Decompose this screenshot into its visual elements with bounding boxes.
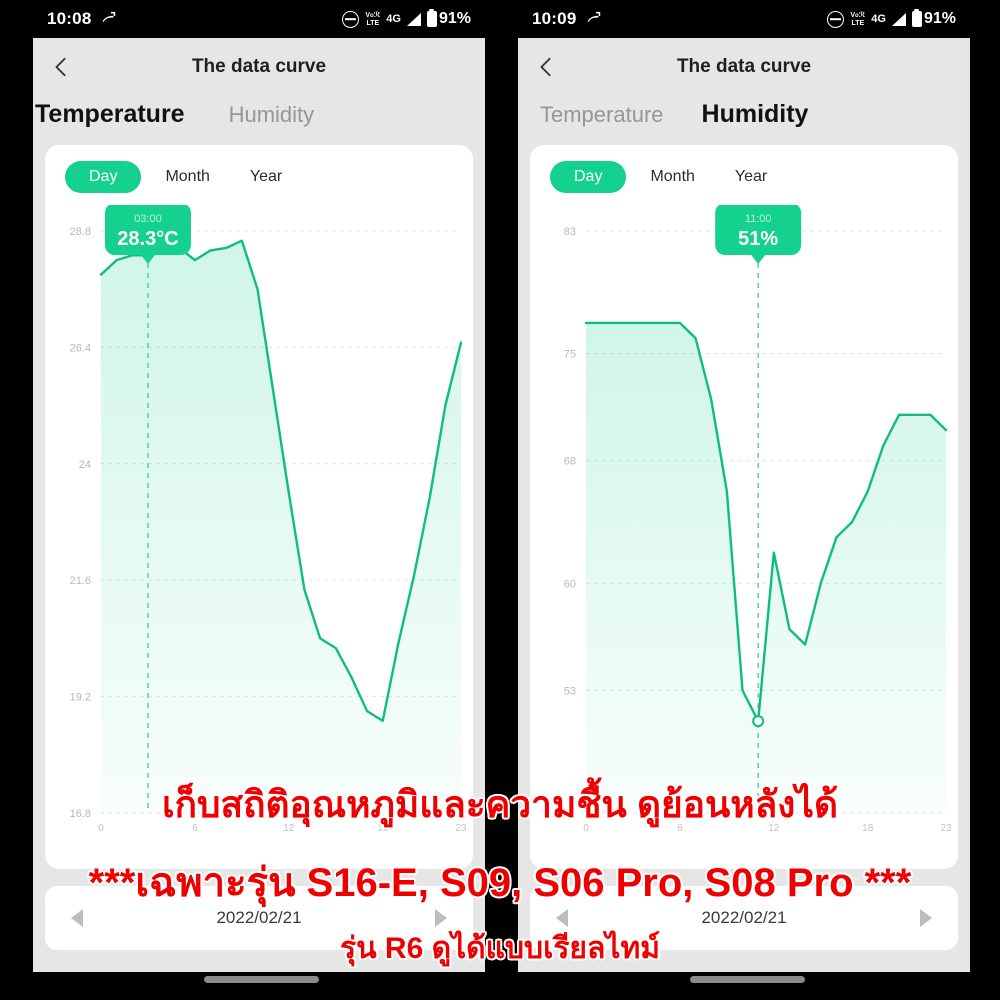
svg-text:75: 75: [564, 349, 576, 361]
home-indicator-right: [690, 976, 805, 983]
page-title: The data curve: [676, 56, 812, 77]
tab-temperature[interactable]: Temperature: [35, 100, 185, 129]
battery-icon: [426, 8, 437, 27]
date-navigator: 2022/02/21: [530, 886, 958, 950]
svg-text:21.6: 21.6: [70, 575, 91, 587]
humidity-chart[interactable]: 83 75 68 60 53 45 11:00 51% 0 6 12 18 23: [530, 205, 958, 869]
signal-bars-icon: [891, 12, 906, 26]
tab-bar: Temperature Humidity: [518, 96, 970, 145]
do-not-disturb-icon: [827, 10, 845, 28]
back-chevron-icon[interactable]: [50, 56, 72, 78]
range-year-button[interactable]: Year: [234, 161, 298, 193]
svg-text:53: 53: [564, 685, 576, 697]
svg-text:26.4: 26.4: [70, 342, 91, 354]
range-day-button[interactable]: Day: [550, 161, 627, 193]
svg-text:12: 12: [283, 823, 295, 834]
svg-text:83: 83: [564, 226, 576, 238]
svg-text:18: 18: [377, 823, 389, 834]
battery-indicator: 91%: [426, 8, 471, 28]
missed-call-icon: [100, 11, 117, 28]
tab-humidity[interactable]: Humidity: [229, 102, 315, 128]
battery-indicator: 91%: [911, 8, 956, 28]
tab-humidity[interactable]: Humidity: [702, 100, 809, 129]
nav-bar: The data curve: [33, 38, 485, 96]
missed-call-icon: [585, 11, 602, 28]
range-selector: Day Month Year: [530, 145, 958, 193]
svg-text:16.8: 16.8: [70, 808, 91, 820]
date-navigator: 2022/02/21: [45, 886, 473, 950]
svg-text:0: 0: [98, 823, 104, 834]
svg-text:24: 24: [79, 459, 91, 471]
volte-icon: Voℛ LTE: [365, 11, 381, 27]
phone-screenshot-left: 10:08 Voℛ LTE 4G 91% The data curve Temp…: [33, 0, 485, 972]
svg-text:0: 0: [583, 823, 589, 834]
selected-date: 2022/02/21: [701, 908, 787, 927]
temperature-chart[interactable]: 28.8 26.4 24 21.6 19.2 16.8 03:00 28.3°C 0 6 12 18 2…: [45, 205, 473, 869]
svg-text:11:00: 11:00: [745, 213, 772, 225]
nav-bar: The data curve: [518, 38, 970, 96]
status-time: 10:08: [47, 9, 92, 28]
next-arrow-icon[interactable]: [920, 909, 932, 927]
signal-bars-icon: [406, 12, 421, 26]
volte-icon: Voℛ LTE: [850, 11, 866, 27]
svg-text:12: 12: [768, 823, 780, 834]
back-chevron-icon[interactable]: [535, 56, 557, 78]
screenshot-stage: 10:08 Voℛ LTE 4G 91% The data curve Temp…: [0, 0, 1000, 1000]
svg-text:28.3°C: 28.3°C: [117, 228, 178, 250]
svg-text:03:00: 03:00: [134, 213, 162, 225]
home-indicator-left: [204, 976, 319, 983]
next-arrow-icon[interactable]: [435, 909, 447, 927]
chart-card: Day Month Year 83 75 68 60 53 45 11:00 51% 0 6 12 1…: [530, 145, 958, 869]
status-bar: 10:08 Voℛ LTE 4G 91%: [33, 0, 485, 38]
prev-arrow-icon[interactable]: [556, 909, 568, 927]
range-month-button[interactable]: Month: [149, 161, 225, 193]
svg-text:6: 6: [192, 823, 198, 834]
status-icons: Voℛ LTE 4G 91%: [342, 8, 471, 28]
network-type-label: 4G: [871, 13, 886, 25]
svg-text:60: 60: [564, 578, 576, 590]
svg-text:51%: 51%: [738, 228, 778, 250]
svg-text:23: 23: [940, 823, 952, 834]
battery-icon: [911, 8, 922, 27]
range-selector: Day Month Year: [45, 145, 473, 193]
do-not-disturb-icon: [342, 10, 360, 28]
range-day-button[interactable]: Day: [65, 161, 142, 193]
svg-text:28.8: 28.8: [70, 226, 91, 238]
tab-bar: Temperature Humidity: [33, 96, 485, 145]
svg-text:19.2: 19.2: [70, 692, 91, 704]
page-title: The data curve: [191, 56, 327, 77]
selected-date: 2022/02/21: [216, 908, 302, 927]
svg-text:18: 18: [862, 823, 874, 834]
prev-arrow-icon[interactable]: [71, 909, 83, 927]
battery-percent: 91%: [923, 10, 956, 27]
network-type-label: 4G: [386, 13, 401, 25]
range-month-button[interactable]: Month: [634, 161, 710, 193]
svg-text:68: 68: [564, 456, 576, 468]
status-bar: 10:09 Voℛ LTE 4G 91%: [518, 0, 970, 38]
svg-text:23: 23: [455, 823, 467, 834]
range-year-button[interactable]: Year: [719, 161, 783, 193]
tab-temperature[interactable]: Temperature: [540, 102, 664, 128]
chart-card: Day Month Year 28.8 26.4 24 21.6 19.2 16.8 03:…: [45, 145, 473, 869]
status-time: 10:09: [532, 9, 577, 28]
status-icons: Voℛ LTE 4G 91%: [827, 8, 956, 28]
svg-text:45: 45: [564, 808, 576, 820]
battery-percent: 91%: [438, 10, 471, 27]
phone-screenshot-right: 10:09 Voℛ LTE 4G 91% The data curve Temp…: [518, 0, 970, 972]
svg-text:6: 6: [677, 823, 683, 834]
